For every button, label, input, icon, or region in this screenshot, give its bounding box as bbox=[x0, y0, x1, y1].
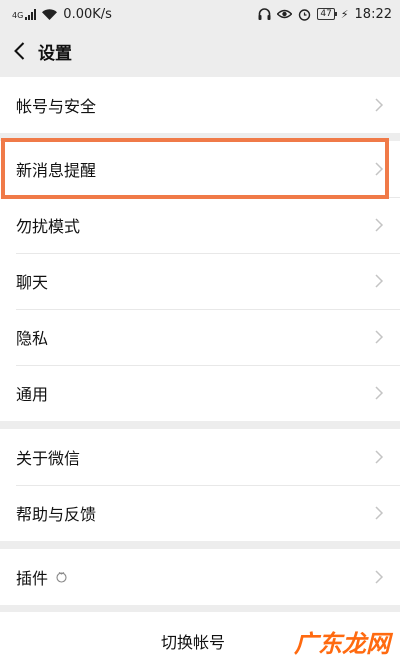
chevron-right-icon bbox=[375, 570, 384, 584]
plugin-icon bbox=[56, 572, 67, 583]
settings-item-general[interactable]: 通用 bbox=[0, 365, 400, 421]
settings-item-label: 聊天 bbox=[16, 273, 49, 292]
status-bar: 4G 0.00K/s 47 ⚡ 18:22 bbox=[0, 0, 400, 28]
settings-item-about-wechat[interactable]: 关于微信 bbox=[0, 429, 400, 485]
page-title: 设置 bbox=[38, 43, 72, 64]
settings-item-new-message-notify[interactable]: 新消息提醒 bbox=[0, 141, 400, 197]
settings-item-label: 通用 bbox=[16, 385, 49, 404]
back-button[interactable] bbox=[0, 28, 38, 74]
eye-icon bbox=[277, 9, 293, 19]
chevron-right-icon bbox=[375, 98, 384, 112]
settings-item-label: 隐私 bbox=[16, 329, 49, 348]
settings-item-label: 新消息提醒 bbox=[16, 161, 97, 180]
settings-item-account-security[interactable]: 帐号与安全 bbox=[0, 77, 400, 133]
settings-item-label: 插件 bbox=[16, 569, 49, 588]
clock-time: 18:22 bbox=[354, 6, 392, 22]
back-chevron-icon bbox=[13, 42, 24, 60]
settings-item-label: 帮助与反馈 bbox=[16, 505, 97, 524]
settings-item-help-feedback[interactable]: 帮助与反馈 bbox=[0, 485, 400, 541]
nav-bar: 设置 bbox=[0, 28, 400, 74]
wifi-icon bbox=[42, 8, 58, 20]
settings-group-account: 帐号与安全 bbox=[0, 77, 400, 133]
chevron-right-icon bbox=[375, 450, 384, 464]
charging-icon: ⚡ bbox=[340, 7, 349, 21]
settings-group-main: 新消息提醒 勿扰模式 聊天 隐私 通用 bbox=[0, 141, 400, 421]
signal-icon: 4G bbox=[12, 8, 37, 20]
settings-item-chat[interactable]: 聊天 bbox=[0, 253, 400, 309]
settings-item-do-not-disturb[interactable]: 勿扰模式 bbox=[0, 197, 400, 253]
settings-item-label: 帐号与安全 bbox=[16, 97, 97, 116]
settings-item-plugins[interactable]: 插件 bbox=[0, 549, 400, 605]
headphones-icon bbox=[258, 8, 271, 20]
settings-item-label: 关于微信 bbox=[16, 449, 81, 468]
chevron-right-icon bbox=[375, 218, 384, 232]
settings-item-label: 勿扰模式 bbox=[16, 217, 81, 236]
settings-item-privacy[interactable]: 隐私 bbox=[0, 309, 400, 365]
chevron-right-icon bbox=[375, 386, 384, 400]
chevron-right-icon bbox=[375, 162, 384, 176]
chevron-right-icon bbox=[375, 274, 384, 288]
network-speed: 0.00K/s bbox=[63, 6, 112, 22]
watermark-logo: 广东龙网 bbox=[294, 630, 390, 658]
settings-group-plugins: 插件 bbox=[0, 549, 400, 605]
chevron-right-icon bbox=[375, 330, 384, 344]
settings-group-about: 关于微信 帮助与反馈 bbox=[0, 429, 400, 541]
switch-account-label: 切换帐号 bbox=[160, 632, 225, 652]
alarm-icon bbox=[299, 8, 311, 21]
network-type: 4G bbox=[12, 10, 24, 20]
battery-icon: 47 bbox=[317, 8, 338, 20]
chevron-right-icon bbox=[375, 506, 384, 520]
